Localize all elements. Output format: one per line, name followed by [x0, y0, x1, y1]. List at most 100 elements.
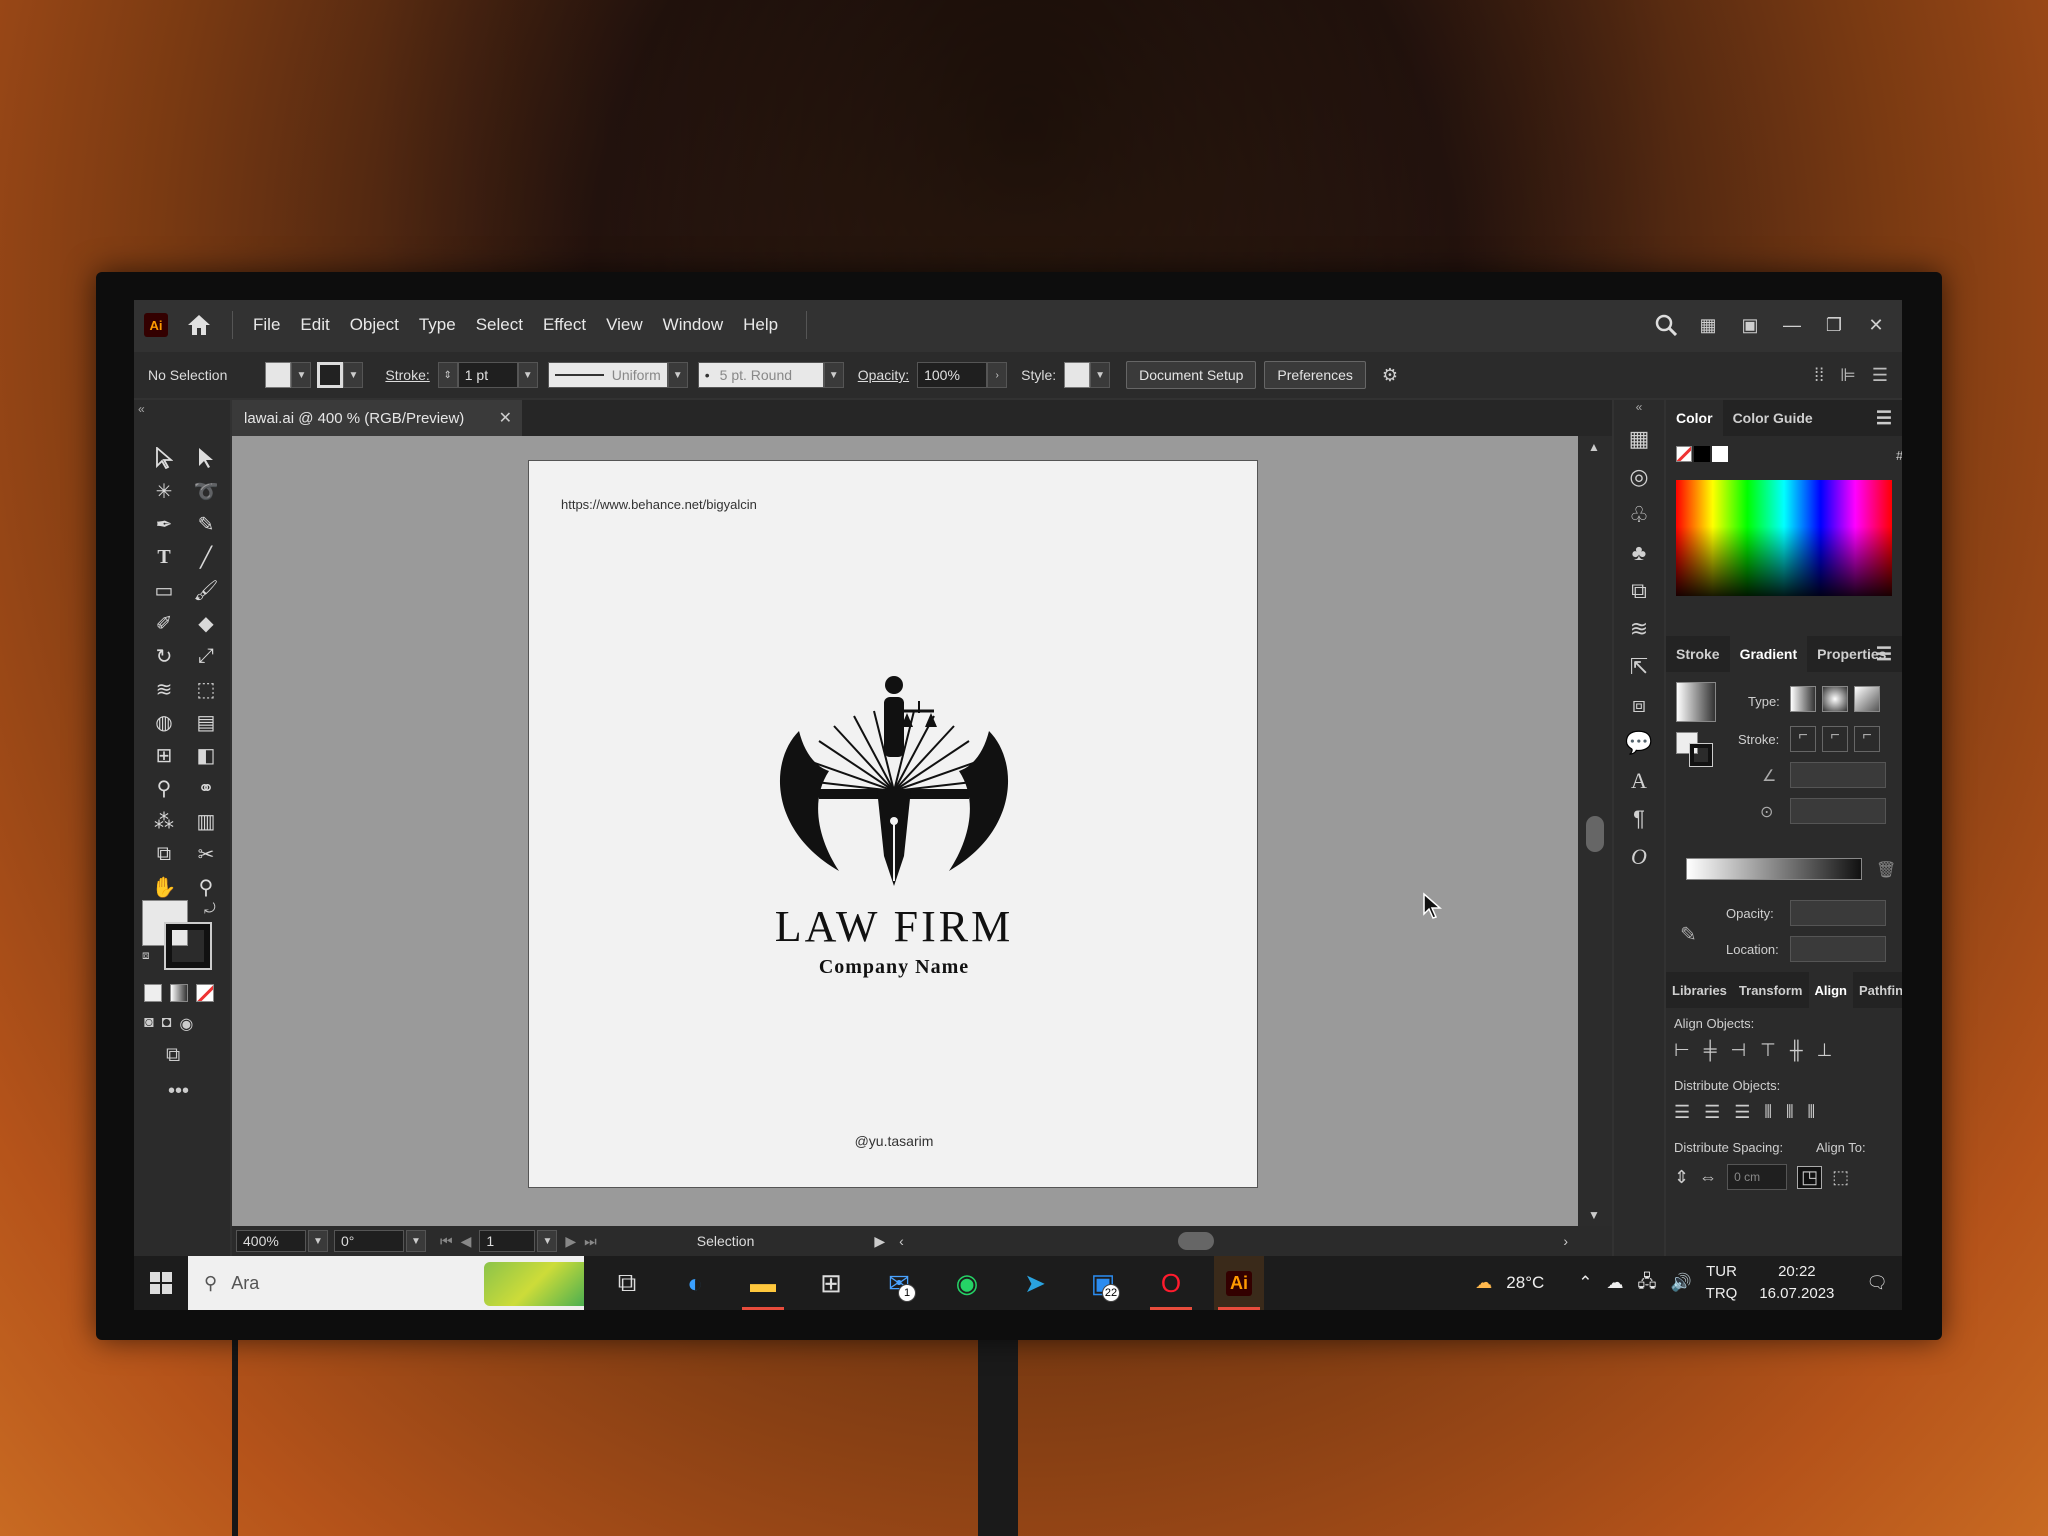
menu-type[interactable]: Type	[409, 315, 466, 335]
scroll-up-icon[interactable]: ▲	[1588, 440, 1600, 454]
distribute-top-icon[interactable]: ☰	[1674, 1102, 1690, 1123]
gradient-opacity-field[interactable]	[1790, 900, 1886, 926]
status-menu-arrow-icon[interactable]: ▶	[874, 1233, 885, 1250]
stroke-within-icon[interactable]: ⌐	[1790, 726, 1816, 752]
links-panel-icon[interactable]: ⇱	[1614, 648, 1664, 686]
shaper-tool-icon[interactable]: ✐	[144, 609, 184, 637]
canvas[interactable]: https://www.behance.net/bigyalcin LAW FI…	[232, 436, 1578, 1226]
minimize-icon[interactable]: —	[1780, 313, 1804, 337]
color-mode-icon[interactable]	[144, 984, 162, 1002]
stroke-weight-dropdown[interactable]: ▼	[517, 362, 538, 388]
gradient-tool-icon[interactable]: ◧	[186, 741, 226, 769]
taskbar-search-box[interactable]: ⚲ Ara	[188, 1256, 584, 1310]
gradient-location-field[interactable]	[1790, 936, 1886, 962]
scale-tool-icon[interactable]: ⤢	[186, 642, 226, 670]
align-top-icon[interactable]: ⊤	[1760, 1040, 1776, 1061]
club-symbol-icon[interactable]: ♣	[1614, 534, 1664, 572]
input-language[interactable]: TUR TRQ	[1706, 1261, 1738, 1305]
zoom-tool-icon[interactable]: ⚲	[186, 873, 226, 901]
vertical-scroll-thumb[interactable]	[1586, 816, 1604, 852]
draw-behind-icon[interactable]: ◘	[162, 1014, 172, 1034]
opentype-panel-icon[interactable]: O	[1614, 838, 1664, 876]
tab-stroke[interactable]: Stroke	[1666, 636, 1730, 672]
symbols-panel-icon[interactable]: ♧	[1614, 496, 1664, 534]
menu-help[interactable]: Help	[733, 315, 788, 335]
align-right-icon[interactable]: ⊣	[1730, 1040, 1746, 1061]
character-panel-icon[interactable]: A	[1614, 762, 1664, 800]
profile-dropdown[interactable]: ▼	[667, 362, 688, 388]
none-color-icon[interactable]	[1676, 446, 1692, 462]
stroke-along-icon[interactable]: ⌐	[1822, 726, 1848, 752]
artboard-dropdown[interactable]: ▼	[537, 1230, 558, 1252]
stroke-stepper[interactable]: ⇕	[437, 362, 458, 388]
paragraph-panel-icon[interactable]: ¶	[1614, 800, 1664, 838]
stroke-dropdown[interactable]: ▼	[343, 362, 364, 388]
control-menu-icon[interactable]: ☰	[1872, 365, 1888, 386]
volume-icon[interactable]: 🔊	[1670, 1273, 1691, 1293]
mail-app-icon[interactable]: ✉ 1	[874, 1256, 924, 1310]
fill-swatch[interactable]	[265, 362, 292, 388]
whatsapp-icon[interactable]: ◉	[942, 1256, 992, 1310]
linear-gradient-icon[interactable]	[1790, 686, 1816, 712]
align-bottom-icon[interactable]: ⊥	[1817, 1040, 1833, 1061]
stroke-weight-field[interactable]: 1 pt	[457, 362, 518, 388]
menu-effect[interactable]: Effect	[533, 315, 596, 335]
tab-pathfinder[interactable]: Pathfinde	[1853, 972, 1902, 1008]
rotation-field[interactable]: 0°	[334, 1230, 404, 1252]
outlook-icon[interactable]: ▣ 22	[1078, 1256, 1128, 1310]
hand-tool-icon[interactable]: ✋	[144, 873, 184, 901]
fill-dropdown[interactable]: ▼	[291, 362, 312, 388]
none-mode-icon[interactable]	[196, 984, 214, 1002]
first-artboard-icon[interactable]: ⏮	[440, 1233, 453, 1250]
clock[interactable]: 20:22 16.07.2023	[1759, 1261, 1834, 1305]
scroll-left-icon[interactable]: ‹	[899, 1233, 904, 1249]
artboards-panel-icon[interactable]: ▦	[1614, 420, 1664, 458]
style-swatch[interactable]	[1064, 362, 1091, 388]
restore-icon[interactable]: ❐	[1822, 313, 1846, 337]
last-artboard-icon[interactable]: ⏭	[584, 1233, 597, 1250]
symbol-sprayer-icon[interactable]: ⁂	[144, 807, 184, 835]
windows-start-icon[interactable]	[134, 1256, 188, 1310]
horizontal-spacing-icon[interactable]: ⇔	[1699, 1167, 1717, 1188]
distribute-vcenter-icon[interactable]: ☰	[1704, 1102, 1720, 1123]
vertical-spacing-icon[interactable]: ⇕	[1674, 1167, 1689, 1188]
angle-field[interactable]	[1790, 762, 1886, 788]
black-color-chip[interactable]	[1694, 446, 1710, 462]
menu-select[interactable]: Select	[466, 315, 533, 335]
rotation-dropdown[interactable]: ▼	[406, 1230, 426, 1252]
menu-window[interactable]: Window	[653, 315, 733, 335]
tab-align[interactable]: Align	[1808, 972, 1853, 1008]
distribute-right-icon[interactable]: ⫴	[1808, 1102, 1816, 1123]
default-colors-icon[interactable]: ⧈	[142, 948, 150, 963]
telegram-icon[interactable]: ➤	[1010, 1256, 1060, 1310]
line-tool-icon[interactable]: ╱	[186, 543, 226, 571]
opera-browser-icon[interactable]: O	[1146, 1256, 1196, 1310]
file-explorer-icon[interactable]: ▬	[738, 1256, 788, 1310]
slice-tool-icon[interactable]: ✂	[186, 840, 226, 868]
align-panel-icon[interactable]: ⊫	[1840, 365, 1856, 386]
zoom-field[interactable]: 400%	[236, 1230, 306, 1252]
radial-gradient-icon[interactable]	[1822, 686, 1848, 712]
show-hidden-icons-icon[interactable]: ⌃	[1578, 1273, 1592, 1293]
brush-definition[interactable]: • 5 pt. Round	[697, 362, 824, 388]
swap-colors-icon[interactable]: ⤾	[204, 900, 216, 917]
aspect-ratio-field[interactable]	[1790, 798, 1886, 824]
horizontal-scroll-thumb[interactable]	[1178, 1232, 1214, 1250]
more-tools-icon[interactable]: •••	[168, 1080, 189, 1103]
stroke-swatch[interactable]	[317, 362, 344, 388]
paintbrush-icon[interactable]: 🖌	[186, 576, 226, 604]
blend-tool-icon[interactable]: ⚭	[186, 774, 226, 802]
close-icon[interactable]: ✕	[1864, 313, 1888, 337]
opacity-arrow[interactable]: ›	[987, 362, 1008, 388]
vertical-scrollbar[interactable]: ▲ ▼	[1578, 436, 1612, 1226]
artboard-tool-icon[interactable]: ⧉	[144, 840, 184, 868]
distribute-hcenter-icon[interactable]: ⫴	[1786, 1102, 1794, 1123]
quick-actions-icon[interactable]: ⚙	[1378, 363, 1402, 387]
scroll-right-icon[interactable]: ›	[1563, 1233, 1568, 1249]
gradient-slider[interactable]	[1686, 858, 1862, 880]
gradient-panel-menu-icon[interactable]: ☰	[1876, 644, 1892, 665]
perspective-grid-icon[interactable]: ▤	[186, 708, 226, 736]
task-view-icon[interactable]: ⧉	[602, 1256, 652, 1310]
menu-view[interactable]: View	[596, 315, 653, 335]
tab-gradient[interactable]: Gradient	[1729, 636, 1808, 672]
